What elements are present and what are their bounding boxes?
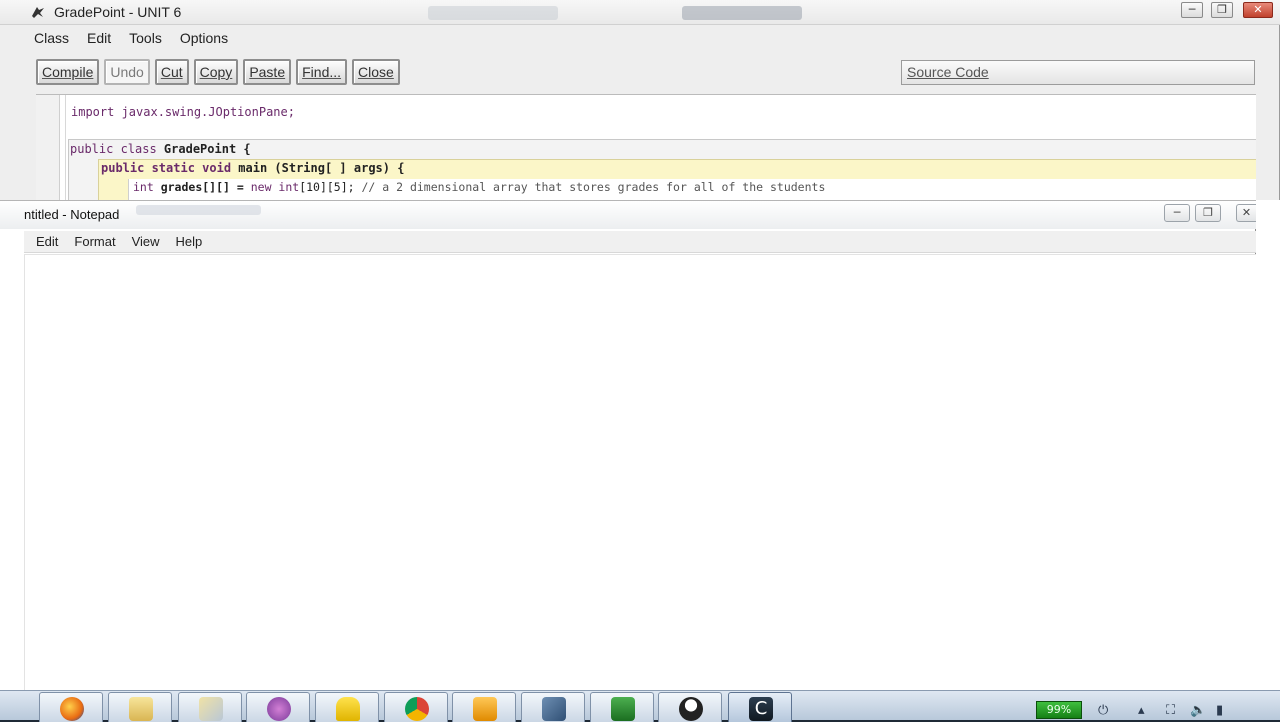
menu-options[interactable]: Options	[176, 29, 232, 49]
code-line: public class GradePoint {	[70, 142, 251, 156]
code-comment: // a 2 dimensional array that stores gra…	[361, 180, 826, 194]
notepad-menubar: Edit Format View Help	[24, 231, 1256, 253]
bluej-titlebar[interactable]: GradePoint - UNIT 6 ─ ❐ ✕	[0, 0, 1280, 25]
minimize-icon[interactable]: ─	[1181, 2, 1203, 18]
taskbar-explorer-button[interactable]	[108, 692, 172, 722]
undo-button[interactable]: Undo	[104, 59, 150, 85]
close-button[interactable]: Close	[352, 59, 400, 85]
bluej-icon	[542, 697, 566, 721]
taskbar: C 99% ⏻ ▴ ⛶ 🔈 ▮	[0, 690, 1280, 722]
menu-edit[interactable]: Edit	[30, 231, 64, 252]
chrome-icon	[405, 697, 429, 721]
find-button[interactable]: Find...	[296, 59, 348, 85]
taskbar-firefox-button[interactable]	[39, 692, 103, 722]
taskbar-paint-button[interactable]	[246, 692, 310, 722]
desktop: GradePoint - UNIT 6 ─ ❐ ✕ Class Edit Too…	[0, 0, 1280, 722]
code-line: public static void main (String[ ] args)…	[101, 161, 404, 175]
bluej-window-title: GradePoint - UNIT 6	[54, 4, 182, 20]
background-window-ghost	[428, 6, 558, 20]
code-text: [10][5];	[299, 180, 362, 194]
battery-indicator[interactable]: 99%	[1036, 701, 1082, 719]
copy-button[interactable]: Copy	[193, 59, 239, 85]
taskbar-excel-button[interactable]	[590, 692, 654, 722]
outlook-icon	[473, 697, 497, 721]
menu-edit[interactable]: Edit	[83, 29, 115, 49]
code-editor[interactable]: import javax.swing.JOptionPane; public c…	[36, 94, 1256, 200]
show-hidden-icons-icon[interactable]: ▴	[1138, 703, 1145, 718]
bluej-window: GradePoint - UNIT 6 ─ ❐ ✕ Class Edit Too…	[0, 0, 1280, 200]
close-icon[interactable]: ✕	[1243, 2, 1273, 18]
taskbar-outlook-button[interactable]	[452, 692, 516, 722]
aim-icon	[336, 697, 360, 721]
bluej-toolbar: Compile Undo Cut Copy Paste Find... Clos…	[36, 59, 400, 85]
code-identifier: main (String[ ] args) {	[231, 161, 405, 175]
firefox-icon	[60, 697, 84, 721]
minimize-icon[interactable]: ─	[1164, 204, 1190, 222]
code-identifier: GradePoint {	[156, 142, 251, 156]
editor-gutter[interactable]	[36, 95, 60, 200]
network-icon[interactable]: ⛶	[1166, 703, 1175, 718]
volume-icon[interactable]: 🔈	[1190, 703, 1206, 718]
camtasia-icon: C	[749, 697, 773, 721]
maximize-icon[interactable]: ❐	[1211, 2, 1233, 18]
notepad-titlebar[interactable]: ntitled - Notepad ─ ❐ ✕	[0, 200, 1256, 229]
code-line-text: import javax.swing.JOptionPane;	[71, 105, 295, 119]
taskbar-penguin-button[interactable]	[658, 692, 722, 722]
compile-button[interactable]: Compile	[36, 59, 100, 85]
code-identifier: grades[][] =	[153, 180, 251, 194]
taskbar-camtasia-button[interactable]: C	[728, 692, 792, 722]
penguin-icon	[679, 697, 703, 721]
taskbar-chrome-button[interactable]	[384, 692, 448, 722]
menu-class[interactable]: Class	[30, 29, 73, 49]
menu-view[interactable]: View	[126, 231, 166, 252]
code-keyword: new int	[250, 180, 300, 194]
paste-button[interactable]: Paste	[243, 59, 292, 85]
notepad-window-title: ntitled - Notepad	[24, 207, 120, 222]
signal-icon[interactable]: ▮	[1216, 703, 1223, 718]
maximize-icon[interactable]: ❐	[1195, 204, 1221, 222]
menu-help[interactable]: Help	[170, 231, 209, 252]
view-mode-select[interactable]: Source Code	[901, 60, 1255, 85]
notepad-window: ntitled - Notepad ─ ❐ ✕ Edit Format View…	[0, 200, 1256, 690]
menu-format[interactable]: Format	[68, 231, 121, 252]
cut-button[interactable]: Cut	[154, 59, 189, 85]
bluej-menubar: Class Edit Tools Options	[30, 29, 232, 49]
editor-breakpoint-margin	[60, 95, 66, 200]
taskbar-aim-button[interactable]	[315, 692, 379, 722]
close-icon[interactable]: ✕	[1236, 204, 1256, 222]
code-keyword: public static void	[101, 161, 232, 175]
paint-icon	[267, 697, 291, 721]
code-keyword: public class	[70, 142, 157, 156]
taskbar-bluej-button[interactable]	[521, 692, 585, 722]
taskbar-files-button[interactable]	[178, 692, 242, 722]
code-keyword: int	[133, 180, 154, 194]
files-icon	[199, 697, 223, 721]
background-window-ghost	[682, 6, 802, 20]
power-plug-icon[interactable]: ⏻	[1098, 703, 1108, 718]
menu-tools[interactable]: Tools	[125, 29, 166, 49]
bluej-app-icon	[32, 7, 44, 18]
notepad-text-area[interactable]	[24, 254, 1256, 690]
background-window-ghost	[136, 205, 261, 215]
excel-icon	[611, 697, 635, 721]
code-line: int grades[][] = new int[10][5]; // a 2 …	[133, 180, 825, 194]
folder-icon	[129, 697, 153, 721]
system-tray: 99% ⏻ ▴ ⛶ 🔈 ▮	[1030, 691, 1280, 721]
code-line: import javax.swing.JOptionPane;	[71, 105, 295, 119]
